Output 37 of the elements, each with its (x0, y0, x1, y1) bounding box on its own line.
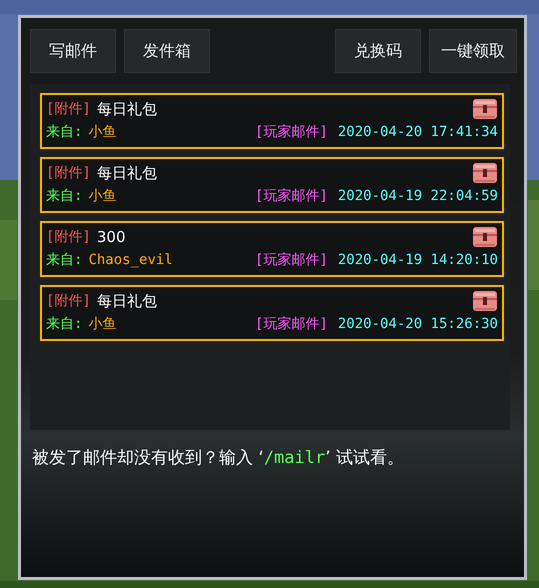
mail-title: 每日礼包 (96, 100, 157, 118)
hint-text: 被发了邮件却没有收到？输入 ‘/mailr’ 试试看。 (31, 447, 406, 469)
chest-icon (472, 289, 498, 313)
from-label: 来自: (46, 187, 82, 205)
mail-date: 2020-04-20 15:26:30 (338, 316, 498, 332)
mail-type: [玩家邮件] (254, 123, 328, 141)
sender-name: 小鱼 (88, 123, 116, 141)
chest-icon (472, 161, 498, 185)
from-label: 来自: (46, 123, 82, 141)
mail-item[interactable]: [附件] 每日礼包 来自: 小鱼 [玩家邮件] 2020-04-20 15:26:30 (40, 285, 504, 341)
toolbar-button[interactable]: 一键领取 (428, 28, 518, 74)
mail-type: [玩家邮件] (254, 251, 328, 269)
attachment-tag: [附件] (46, 292, 91, 310)
from-label: 来自: (46, 251, 82, 269)
mail-item[interactable]: [附件] 300 来自: Chaos_evil [玩家邮件] 2020-04-19 14:20:10 (40, 221, 504, 277)
mail-item[interactable]: [附件] 每日礼包 来自: 小鱼 [玩家邮件] 2020-04-20 17:41:34 (40, 93, 504, 149)
mail-type: [玩家邮件] (254, 187, 328, 205)
mail-date: 2020-04-20 17:41:34 (338, 124, 498, 140)
toolbar-button[interactable]: 发件箱 (123, 28, 211, 74)
mail-title: 300 (96, 228, 126, 246)
attachment-tag: [附件] (46, 100, 91, 118)
chest-icon (472, 97, 498, 121)
toolbar-button[interactable]: 写邮件 (29, 28, 117, 74)
attachment-tag: [附件] (46, 164, 91, 182)
mail-date: 2020-04-19 22:04:59 (338, 188, 498, 204)
mail-type: [玩家邮件] (254, 315, 328, 333)
toolbar-button[interactable]: 兑换码 (334, 28, 422, 74)
mail-item[interactable]: [附件] 每日礼包 来自: 小鱼 [玩家邮件] 2020-04-19 22:04:59 (40, 157, 504, 213)
sender-name: 小鱼 (88, 315, 116, 333)
from-label: 来自: (46, 315, 82, 333)
mail-title: 每日礼包 (96, 292, 157, 310)
attachment-tag: [附件] (46, 228, 91, 246)
sender-name: Chaos_evil (88, 252, 173, 268)
chest-icon (472, 225, 498, 249)
sender-name: 小鱼 (88, 187, 116, 205)
mail-date: 2020-04-19 14:20:10 (338, 252, 498, 268)
mail-title: 每日礼包 (96, 164, 157, 182)
